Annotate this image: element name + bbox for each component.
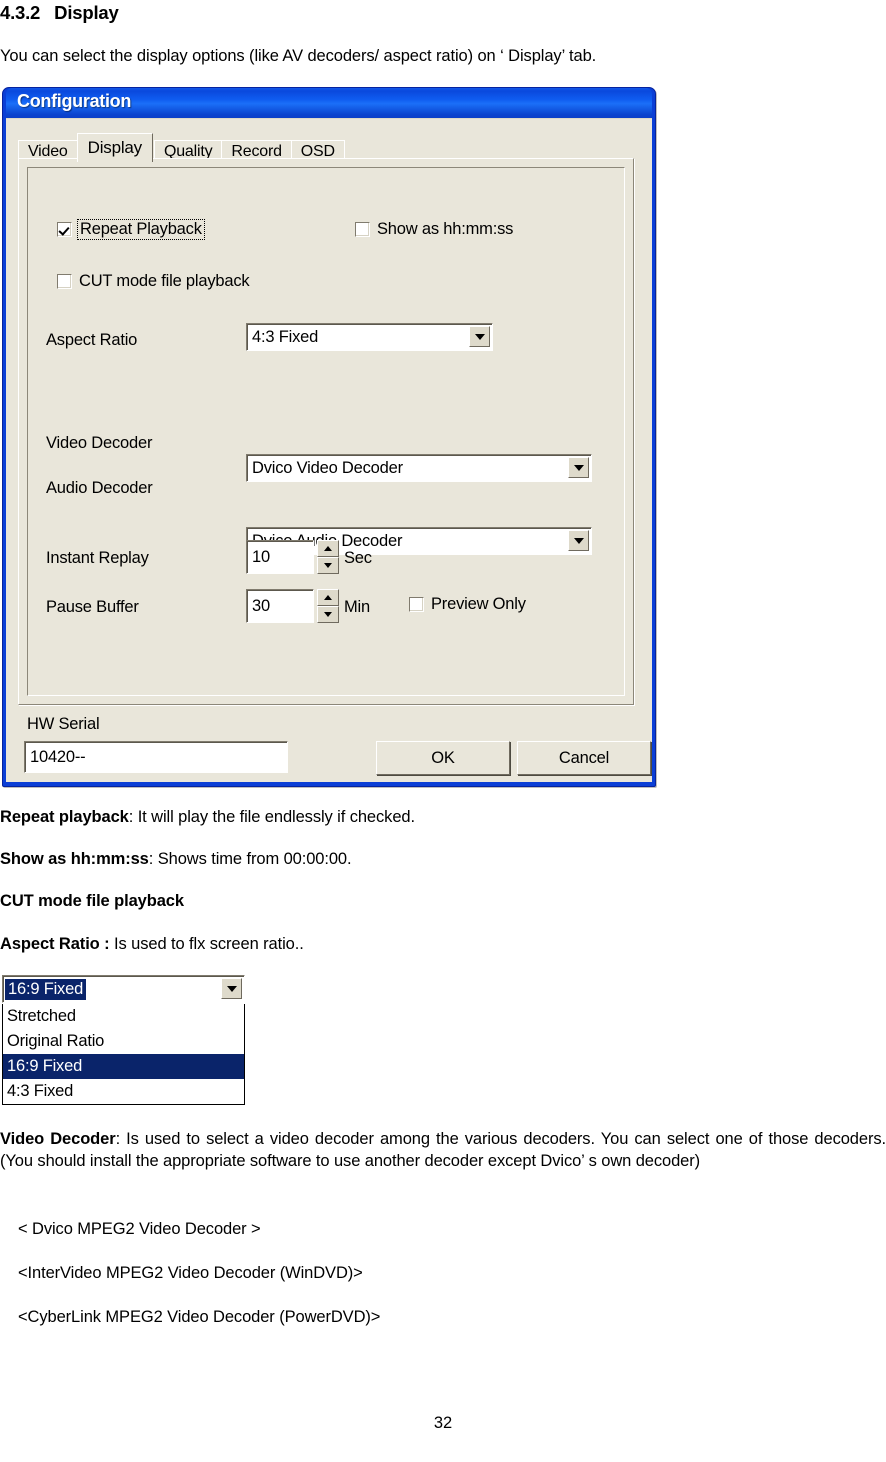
video-decoder-dropdown-button[interactable] <box>568 457 589 478</box>
instant-replay-stepper-up[interactable] <box>317 540 339 557</box>
repeat-playback-checkbox-row[interactable]: Repeat Playback <box>57 219 205 240</box>
dialog-client-area: Video Display Quality Record OSD Repeat … <box>6 118 652 782</box>
hw-serial-value: 10420-- <box>30 747 86 766</box>
aspect-ratio-open-combobox-field[interactable]: 16:9 Fixed <box>2 975 245 1003</box>
document-page: 4.3.2 Display You can select the display … <box>0 0 886 1462</box>
pause-buffer-unit: Min <box>344 598 370 616</box>
note-video-decoder: Video Decoder: Is used to select a video… <box>0 1128 886 1172</box>
aspect-ratio-value: 4:3 Fixed <box>252 327 319 346</box>
dropdown-option-stretched[interactable]: Stretched <box>3 1004 244 1029</box>
aspect-ratio-dropdown-button[interactable] <box>469 326 490 347</box>
note-text: : Shows time from 00:00:00. <box>148 850 352 868</box>
pause-buffer-stepper[interactable] <box>317 589 339 623</box>
dialog-title: Configuration <box>17 91 132 111</box>
repeat-playback-label: Repeat Playback <box>77 219 205 240</box>
note-repeat-playback: Repeat playback: It will play the file e… <box>0 806 415 828</box>
intro-paragraph: You can select the display options (like… <box>0 47 597 65</box>
display-tab-panel: Repeat Playback Show as hh:mm:ss CUT mod… <box>18 158 634 705</box>
cancel-button-label: Cancel <box>558 748 610 767</box>
note-text: Is used to flx screen ratio.. <box>114 935 304 953</box>
aspect-ratio-label: Aspect Ratio <box>46 331 138 349</box>
hw-serial-input[interactable]: 10420-- <box>24 741 288 773</box>
pause-buffer-label: Pause Buffer <box>46 598 139 616</box>
note-term: Repeat playback <box>0 808 129 826</box>
cancel-button[interactable]: Cancel <box>517 741 651 775</box>
section-title: Display <box>54 2 119 23</box>
arrow-up-icon <box>324 546 332 551</box>
arrow-down-icon <box>324 612 332 617</box>
note-term: Show as hh:mm:ss <box>0 850 149 868</box>
repeat-playback-checkbox[interactable] <box>57 222 72 237</box>
instant-replay-stepper[interactable] <box>317 540 339 574</box>
pause-buffer-input[interactable]: 30 <box>246 589 314 623</box>
show-as-hhmmss-checkbox[interactable] <box>355 222 370 237</box>
tab-display[interactable]: Display <box>76 133 153 162</box>
page-number: 32 <box>433 1414 453 1432</box>
cut-mode-file-playback-checkbox[interactable] <box>57 274 72 289</box>
video-decoder-value: Dvico Video Decoder <box>252 458 403 477</box>
note-text: : Is used to select a video decoder amon… <box>0 1130 886 1170</box>
dropdown-option-16-9-fixed[interactable]: 16:9 Fixed <box>3 1054 244 1079</box>
show-as-hhmmss-label: Show as hh:mm:ss <box>377 220 514 238</box>
chevron-down-icon <box>226 985 237 992</box>
show-as-hhmmss-checkbox-row[interactable]: Show as hh:mm:ss <box>355 220 513 239</box>
instant-replay-label: Instant Replay <box>46 549 149 567</box>
chevron-down-icon <box>573 464 584 471</box>
pause-buffer-value: 30 <box>252 596 270 615</box>
instant-replay-unit: Sec <box>344 549 372 567</box>
aspect-ratio-combobox[interactable]: 4:3 Fixed <box>246 323 493 351</box>
section-number: 4.3.2 <box>0 2 41 23</box>
chevron-down-icon <box>573 537 584 544</box>
cut-mode-file-playback-label: CUT mode file playback <box>79 272 250 290</box>
arrow-up-icon <box>324 595 332 600</box>
aspect-ratio-open-selected-value: 16:9 Fixed <box>5 978 87 1000</box>
aspect-ratio-open-combobox[interactable]: 16:9 Fixed Stretched Original Ratio 16:9… <box>2 975 245 1105</box>
preview-only-checkbox-row[interactable]: Preview Only <box>409 595 526 614</box>
aspect-ratio-dropdown-list[interactable]: Stretched Original Ratio 16:9 Fixed 4:3 … <box>2 1004 245 1105</box>
note-aspect-ratio: Aspect Ratio : Is used to flx screen rat… <box>0 933 304 955</box>
note-term: Aspect Ratio : <box>0 935 115 953</box>
dialog-titlebar[interactable]: Configuration <box>6 88 652 118</box>
preview-only-label: Preview Only <box>431 595 526 613</box>
cut-mode-file-playback-checkbox-row[interactable]: CUT mode file playback <box>57 272 250 291</box>
instant-replay-input[interactable]: 10 <box>246 540 314 574</box>
ok-button[interactable]: OK <box>376 741 510 775</box>
note-show-as-hhmmss: Show as hh:mm:ss: Shows time from 00:00:… <box>0 848 352 870</box>
note-text: : It will play the file endlessly if che… <box>128 808 415 826</box>
dropdown-option-4-3-fixed[interactable]: 4:3 Fixed <box>3 1079 244 1104</box>
decoder-list-item-cyberlink: <CyberLink MPEG2 Video Decoder (PowerDVD… <box>18 1308 381 1326</box>
pause-buffer-stepper-up[interactable] <box>317 589 339 606</box>
dropdown-option-original-ratio[interactable]: Original Ratio <box>3 1029 244 1054</box>
arrow-down-icon <box>324 563 332 568</box>
instant-replay-value: 10 <box>252 547 270 566</box>
note-term: CUT mode file playback <box>0 892 184 910</box>
decoder-list-item-dvico: < Dvico MPEG2 Video Decoder > <box>18 1220 261 1238</box>
note-cut-mode-file-playback: CUT mode file playback <box>0 890 184 912</box>
hw-serial-label: HW Serial <box>27 715 100 733</box>
page-title: 4.3.2 Display <box>0 2 119 24</box>
chevron-down-icon <box>474 333 485 340</box>
preview-only-checkbox[interactable] <box>409 597 424 612</box>
aspect-ratio-open-dropdown-button[interactable] <box>221 978 242 999</box>
pause-buffer-stepper-down[interactable] <box>317 606 339 623</box>
instant-replay-stepper-down[interactable] <box>317 557 339 574</box>
audio-decoder-dropdown-button[interactable] <box>568 530 589 551</box>
video-decoder-label: Video Decoder <box>46 434 153 452</box>
note-term: Video Decoder <box>0 1130 116 1148</box>
video-decoder-combobox[interactable]: Dvico Video Decoder <box>246 454 592 482</box>
audio-decoder-label: Audio Decoder <box>46 479 153 497</box>
decoder-list-item-intervideo: <InterVideo MPEG2 Video Decoder (WinDVD)… <box>18 1264 363 1282</box>
ok-button-label: OK <box>431 748 455 767</box>
configuration-dialog: Configuration Video Display Quality Reco… <box>2 87 656 787</box>
